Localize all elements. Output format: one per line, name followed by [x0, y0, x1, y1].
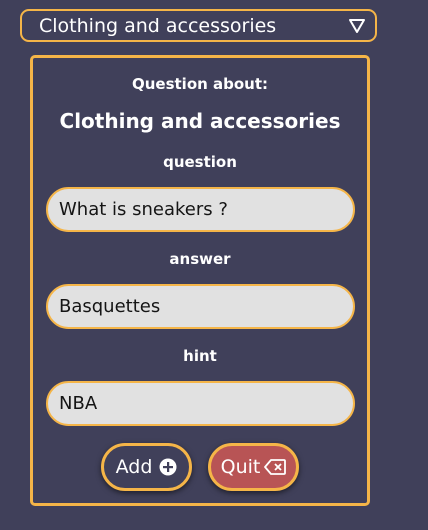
triangle-down-icon	[348, 18, 366, 34]
quit-button-label: Quit	[220, 456, 261, 478]
quit-button[interactable]: Quit	[208, 443, 299, 491]
backspace-x-icon	[264, 459, 287, 475]
hint-input[interactable]	[46, 381, 355, 426]
add-button-label: Add	[115, 456, 153, 478]
hint-label: hint	[183, 347, 217, 365]
question-form-card: Question about: Clothing and accessories…	[30, 55, 370, 506]
question-label: question	[163, 153, 237, 171]
answer-label: answer	[169, 250, 231, 268]
answer-input[interactable]	[46, 284, 355, 329]
plus-circle-icon	[159, 458, 177, 476]
category-select-value: Clothing and accessories	[39, 14, 277, 37]
form-heading: Question about:	[131, 75, 269, 93]
category-title: Clothing and accessories	[59, 109, 341, 133]
category-select[interactable]: Clothing and accessories	[20, 9, 377, 42]
add-button[interactable]: Add	[101, 443, 192, 491]
question-input[interactable]	[46, 187, 355, 232]
